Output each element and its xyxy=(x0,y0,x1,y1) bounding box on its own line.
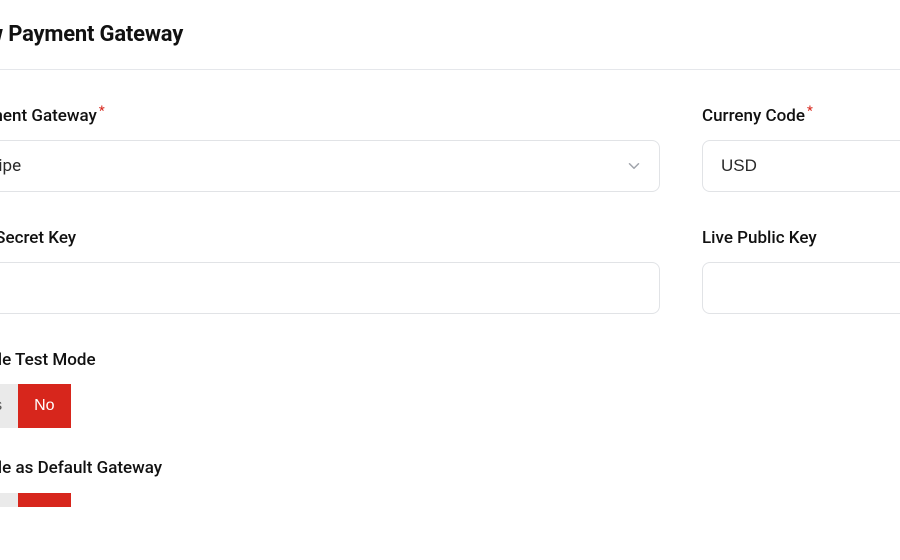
live-secret-key-input-wrapper[interactable] xyxy=(0,262,660,314)
row-default-gateway: Enable as Default Gateway Yes No xyxy=(0,458,900,511)
chevron-down-icon xyxy=(625,157,643,175)
currency-code-label: Curreny Code * xyxy=(702,106,900,126)
payment-gateway-label-text: Payment Gateway xyxy=(0,106,97,126)
payment-gateway-value: Stripe xyxy=(0,156,21,176)
payment-gateway-label: Payment Gateway * xyxy=(0,106,660,126)
live-secret-key-label-text: Live Secret Key xyxy=(0,228,76,248)
test-mode-toggle: Yes No xyxy=(0,384,71,428)
live-public-key-input[interactable] xyxy=(719,263,900,313)
test-mode-label: Enable Test Mode xyxy=(0,350,660,370)
default-gateway-yes-button[interactable]: Yes xyxy=(0,493,18,507)
currency-code-input-wrapper[interactable] xyxy=(702,140,900,192)
live-public-key-label: Live Public Key xyxy=(702,228,900,248)
default-gateway-no-button[interactable]: No xyxy=(18,493,70,507)
live-secret-key-label: Live Secret Key xyxy=(0,228,660,248)
currency-code-required-asterisk: * xyxy=(807,105,813,118)
payment-gateway-select[interactable]: Stripe xyxy=(0,140,660,192)
payment-gateway-required-asterisk: * xyxy=(99,105,105,118)
page-title: New Payment Gateway xyxy=(0,22,900,47)
currency-code-input[interactable] xyxy=(719,141,900,191)
default-gateway-label-text: Enable as Default Gateway xyxy=(0,458,162,478)
row-test-mode: Enable Test Mode Yes No xyxy=(0,350,900,428)
live-public-key-label-text: Live Public Key xyxy=(702,228,817,248)
currency-code-label-text: Curreny Code xyxy=(702,106,805,126)
live-secret-key-input[interactable] xyxy=(0,263,643,313)
test-mode-yes-button[interactable]: Yes xyxy=(0,384,18,428)
row-gateway-currency: Payment Gateway * Stripe Curreny Code * xyxy=(0,106,900,192)
row-keys: Live Secret Key Live Public Key xyxy=(0,228,900,314)
live-public-key-input-wrapper[interactable] xyxy=(702,262,900,314)
default-gateway-toggle: Yes No xyxy=(0,493,71,507)
default-gateway-label: Enable as Default Gateway xyxy=(0,458,660,478)
test-mode-no-button[interactable]: No xyxy=(18,384,70,428)
header-divider xyxy=(0,69,900,70)
test-mode-label-text: Enable Test Mode xyxy=(0,350,96,370)
